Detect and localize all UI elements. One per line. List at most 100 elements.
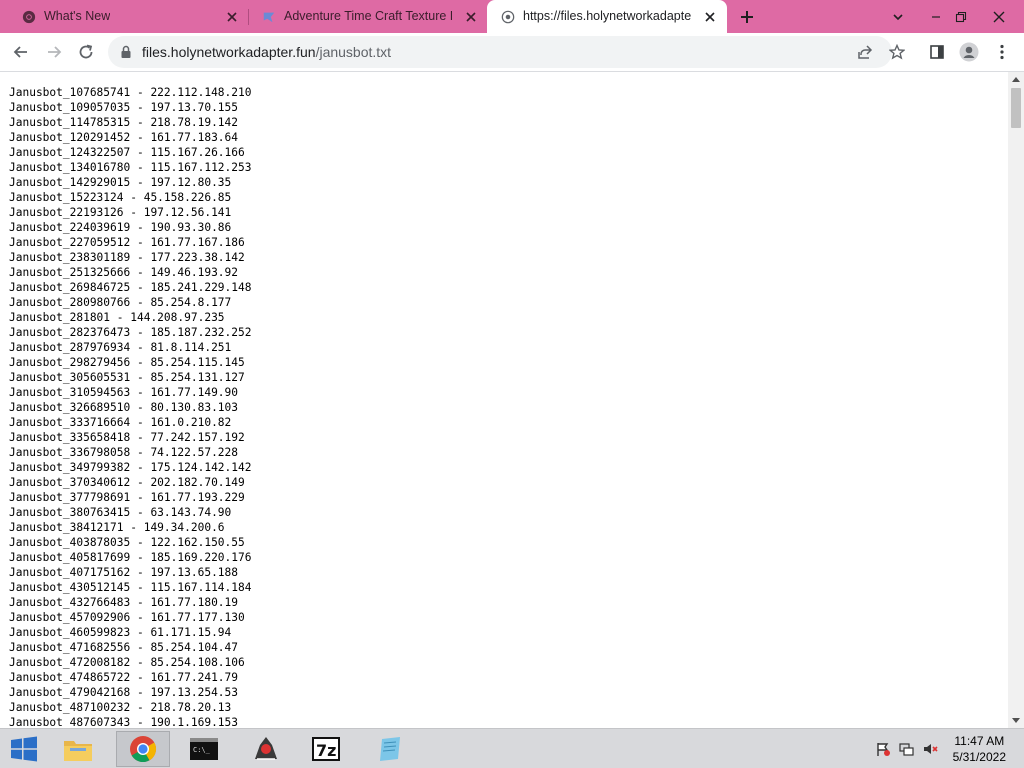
arrow-left-icon	[13, 46, 27, 58]
text-line: Janusbot_326689510 - 80.130.83.103	[9, 401, 239, 414]
vertical-scrollbar[interactable]	[1008, 72, 1024, 728]
text-line: Janusbot_124322507 - 115.167.26.166	[9, 146, 245, 159]
text-line: Janusbot_38412171 - 149.34.200.6	[9, 521, 225, 534]
kebab-menu-icon	[1000, 44, 1004, 60]
text-line: Janusbot_107685741 - 222.112.148.210	[9, 86, 252, 99]
taskbar-file-explorer[interactable]	[52, 731, 104, 767]
text-line: Janusbot_269846725 - 185.241.229.148	[9, 281, 252, 294]
taskbar-7zip[interactable]: 7z	[300, 731, 352, 767]
java-app-icon	[255, 737, 277, 760]
globe-icon	[501, 10, 515, 24]
new-tab-button[interactable]	[736, 6, 758, 28]
text-line: Janusbot_430512145 - 115.167.114.184	[9, 581, 252, 594]
tab-strip: What's New Adventure Time Craft Texture …	[0, 0, 1024, 33]
restore-button[interactable]	[950, 6, 972, 28]
text-line: Janusbot_310594563 - 161.77.149.90	[9, 386, 239, 399]
text-line: Janusbot_472008182 - 85.254.108.106	[9, 656, 245, 669]
arrow-right-icon	[48, 46, 62, 58]
scroll-up-arrow-icon[interactable]	[1012, 77, 1020, 82]
tab-search-button[interactable]	[887, 6, 909, 28]
url-path: /janusbot.txt	[315, 44, 392, 60]
text-line: Janusbot_336798058 - 74.122.57.228	[9, 446, 239, 459]
text-line: Janusbot_238301189 - 177.223.38.142	[9, 251, 245, 264]
restore-icon	[955, 11, 967, 23]
scroll-down-arrow-icon[interactable]	[1012, 718, 1020, 723]
clock-date: 5/31/2022	[952, 750, 1006, 764]
text-line: Janusbot_487607343 - 190.1.169.153	[9, 716, 239, 728]
tab-janusbot-txt[interactable]: https://files.holynetworkadapter.f	[487, 0, 727, 33]
network-icon[interactable]	[899, 741, 915, 757]
taskbar-chrome[interactable]	[116, 731, 170, 767]
start-button[interactable]	[0, 731, 48, 767]
text-line: Janusbot_15223124 - 45.158.226.85	[9, 191, 232, 204]
menu-button[interactable]	[991, 41, 1013, 63]
minimize-icon	[932, 16, 940, 18]
scrollbar-thumb[interactable]	[1011, 88, 1021, 128]
taskbar-notepad[interactable]	[364, 731, 416, 767]
back-button[interactable]	[10, 41, 32, 63]
texture-pack-icon	[263, 12, 275, 23]
text-line: Janusbot_460599823 - 61.171.15.94	[9, 626, 232, 639]
system-clock[interactable]: 11:47 AM 5/31/2022	[953, 733, 1006, 765]
taskbar: C:\_ 7z 11:47 AM 5/31/2022	[0, 728, 1024, 768]
text-line: Janusbot_471682556 - 85.254.104.47	[9, 641, 239, 654]
avatar-icon	[959, 42, 979, 62]
chrome-icon	[130, 736, 157, 763]
volume-muted-icon[interactable]	[922, 741, 938, 757]
text-line: Janusbot_432766483 - 161.77.180.19	[9, 596, 239, 609]
file-lines: Janusbot_107685741 - 222.112.148.210 Janu…	[9, 85, 251, 728]
lock-icon	[121, 45, 131, 58]
tab-whats-new[interactable]: What's New	[0, 0, 248, 33]
text-line: Janusbot_280980766 - 85.254.8.177	[9, 296, 232, 309]
text-document: Janusbot_107685741 - 222.112.148.210 Janu…	[0, 72, 1008, 728]
text-line: Janusbot_370340612 - 202.182.70.149	[9, 476, 245, 489]
minimize-button[interactable]	[925, 6, 947, 28]
text-line: Janusbot_305605531 - 85.254.131.127	[9, 371, 245, 384]
windows-logo-icon	[11, 736, 37, 762]
text-line: Janusbot_142929015 - 197.12.80.35	[9, 176, 232, 189]
text-line: Janusbot_380763415 - 63.143.74.90	[9, 506, 232, 519]
reload-button[interactable]	[75, 41, 97, 63]
forward-button[interactable]	[43, 41, 65, 63]
text-line: Janusbot_287976934 - 81.8.114.251	[9, 341, 232, 354]
action-center-flag-icon[interactable]	[875, 741, 891, 757]
text-line: Janusbot_134016780 - 115.167.112.253	[9, 161, 252, 174]
text-line: Janusbot_403878035 - 122.162.150.55	[9, 536, 245, 549]
tab-title: What's New	[44, 9, 111, 23]
share-icon[interactable]	[857, 44, 873, 60]
text-line: Janusbot_114785315 - 218.78.19.142	[9, 116, 239, 129]
text-line: Janusbot_335658418 - 77.242.157.192	[9, 431, 245, 444]
text-line: Janusbot_281801 - 144.208.97.235	[9, 311, 225, 324]
text-line: Janusbot_224039619 - 190.93.30.86	[9, 221, 232, 234]
star-icon[interactable]	[889, 44, 905, 60]
close-window-button[interactable]	[988, 6, 1010, 28]
text-line: Janusbot_298279456 - 85.254.115.145	[9, 356, 245, 369]
text-line: Janusbot_407175162 - 197.13.65.188	[9, 566, 239, 579]
notepad-icon	[380, 737, 400, 761]
address-bar[interactable]: files.holynetworkadapter.fun/janusbot.tx…	[108, 36, 905, 68]
text-line: Janusbot_474865722 - 161.77.241.79	[9, 671, 239, 684]
text-line: Janusbot_487100232 - 218.78.20.13	[9, 701, 232, 714]
tab-adventure-time[interactable]: Adventure Time Craft Texture Pa	[240, 0, 487, 33]
plus-icon	[741, 11, 753, 23]
chrome-icon	[22, 10, 36, 24]
profile-button[interactable]	[958, 41, 980, 63]
tab-title: Adventure Time Craft Texture Pa	[284, 9, 452, 23]
text-line: Janusbot_251325666 - 149.46.193.92	[9, 266, 239, 279]
text-line: Janusbot_109057035 - 197.13.70.155	[9, 101, 239, 114]
close-icon[interactable]	[463, 9, 479, 25]
file-explorer-icon	[64, 741, 92, 761]
close-icon[interactable]	[702, 9, 718, 25]
close-icon[interactable]	[224, 9, 240, 25]
side-panel-button[interactable]	[926, 41, 948, 63]
text-line: Janusbot_479042168 - 197.13.254.53	[9, 686, 239, 699]
taskbar-terminal[interactable]: C:\_	[178, 731, 230, 767]
chevron-down-icon	[893, 14, 903, 21]
text-line: Janusbot_333716664 - 161.0.210.82	[9, 416, 232, 429]
terminal-icon: C:\_	[190, 738, 218, 760]
text-line: Janusbot_405817699 - 185.169.220.176	[9, 551, 252, 564]
text-line: Janusbot_227059512 - 161.77.167.186	[9, 236, 245, 249]
taskbar-java-app[interactable]	[240, 731, 292, 767]
reload-icon	[79, 44, 93, 59]
clock-time: 11:47 AM	[954, 734, 1005, 748]
